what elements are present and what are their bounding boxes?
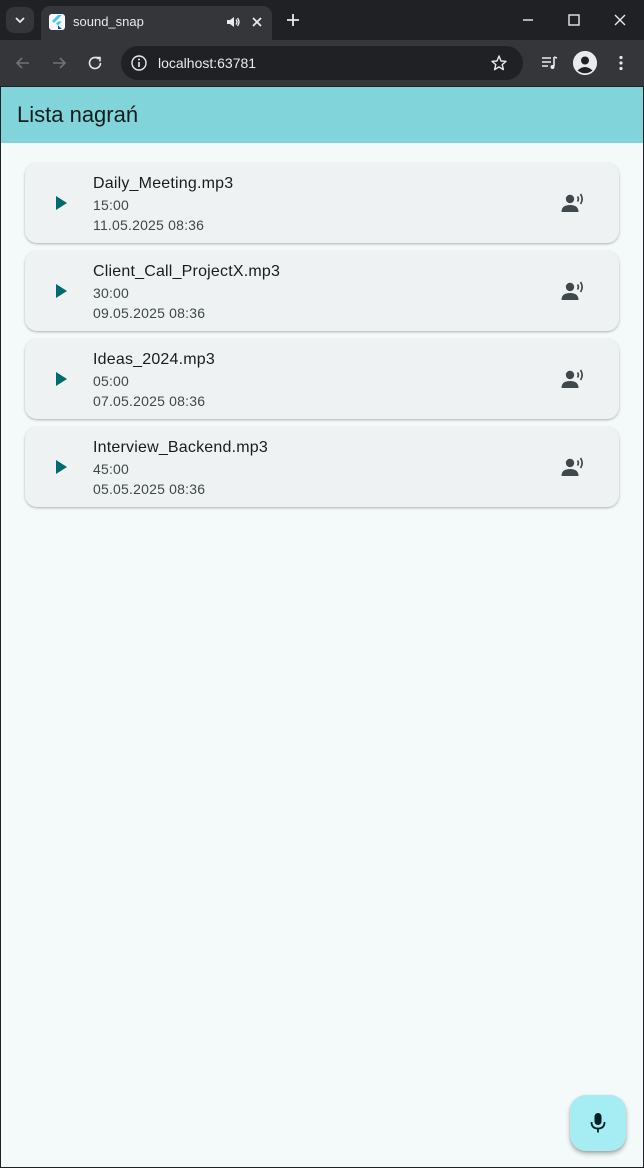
- recording-name: Ideas_2024.mp3: [93, 351, 216, 368]
- recording-info: Daily_Meeting.mp3 15:00 11.05.2025 08:36: [93, 173, 233, 235]
- recording-duration: 05:00: [93, 373, 130, 389]
- recording-duration: 45:00: [93, 461, 130, 477]
- recording-card[interactable]: Interview_Backend.mp3 45:00 05.05.2025 0…: [25, 427, 619, 507]
- recording-card[interactable]: Ideas_2024.mp3 05:00 07.05.2025 08:36: [25, 339, 619, 419]
- browser-toolbar: localhost:63781: [0, 40, 644, 86]
- record-voice-icon[interactable]: [561, 279, 587, 303]
- record-voice-icon[interactable]: [561, 191, 587, 215]
- browser-window: sound_snap localhost:63781 Lista nagrań …: [0, 0, 644, 1168]
- address-bar[interactable]: localhost:63781: [121, 46, 523, 80]
- recording-date: 05.05.2025 08:36: [93, 481, 206, 497]
- recording-info: Ideas_2024.mp3 05:00 07.05.2025 08:36: [93, 349, 215, 411]
- record-voice-icon[interactable]: [561, 455, 587, 479]
- maximize-icon[interactable]: [564, 10, 584, 30]
- url-text: localhost:63781: [158, 55, 257, 71]
- play-icon: [56, 372, 67, 386]
- page-title: Lista nagrań: [17, 102, 139, 127]
- tab-title: sound_snap: [73, 14, 144, 29]
- recording-card[interactable]: Daily_Meeting.mp3 15:00 11.05.2025 08:36: [25, 163, 619, 243]
- minimize-icon[interactable]: [518, 10, 538, 30]
- flutter-icon: [49, 14, 65, 30]
- reload-icon[interactable]: [85, 53, 105, 73]
- record-fab-button[interactable]: [570, 1095, 626, 1151]
- recording-name: Client_Call_ProjectX.mp3: [93, 263, 281, 280]
- recording-date: 09.05.2025 08:36: [93, 305, 206, 321]
- recording-duration: 30:00: [93, 285, 130, 301]
- recording-date: 07.05.2025 08:36: [93, 393, 206, 409]
- bookmark-star-icon[interactable]: [489, 53, 509, 73]
- chevron-down-icon: [15, 17, 25, 24]
- recording-date: 11.05.2025 08:36: [93, 217, 205, 233]
- close-window-icon[interactable]: [610, 10, 630, 30]
- app-bar: Lista nagrań: [1, 87, 643, 143]
- browser-tab[interactable]: sound_snap: [41, 6, 272, 40]
- new-tab-icon[interactable]: [283, 10, 303, 30]
- close-tab-icon[interactable]: [249, 14, 265, 30]
- play-button[interactable]: [49, 455, 73, 479]
- media-control-icon[interactable]: [539, 53, 559, 73]
- play-button[interactable]: [49, 191, 73, 215]
- play-icon: [56, 284, 67, 298]
- recordings-list: Daily_Meeting.mp3 15:00 11.05.2025 08:36…: [25, 163, 619, 515]
- record-voice-icon[interactable]: [561, 367, 587, 391]
- recording-duration: 15:00: [93, 197, 130, 213]
- app-content: Lista nagrań Daily_Meeting.mp3 15:00 11.…: [1, 87, 643, 1167]
- tab-search-button[interactable]: [6, 7, 34, 33]
- play-icon: [56, 460, 67, 474]
- recording-info: Client_Call_ProjectX.mp3 30:00 09.05.202…: [93, 261, 280, 323]
- play-button[interactable]: [49, 367, 73, 391]
- recording-card[interactable]: Client_Call_ProjectX.mp3 30:00 09.05.202…: [25, 251, 619, 331]
- back-arrow-icon[interactable]: [13, 53, 33, 73]
- recording-name: Daily_Meeting.mp3: [93, 175, 234, 192]
- tab-strip: sound_snap: [0, 0, 644, 40]
- speaker-audio-icon[interactable]: [225, 14, 241, 30]
- recording-name: Interview_Backend.mp3: [93, 439, 268, 456]
- menu-dots-icon[interactable]: [611, 53, 631, 73]
- forward-arrow-icon[interactable]: [49, 53, 69, 73]
- play-icon: [56, 196, 67, 210]
- recording-info: Interview_Backend.mp3 45:00 05.05.2025 0…: [93, 437, 268, 499]
- site-info-icon[interactable]: [129, 53, 149, 73]
- play-button[interactable]: [49, 279, 73, 303]
- profile-avatar-icon[interactable]: [573, 51, 597, 75]
- mic-icon: [590, 1113, 606, 1133]
